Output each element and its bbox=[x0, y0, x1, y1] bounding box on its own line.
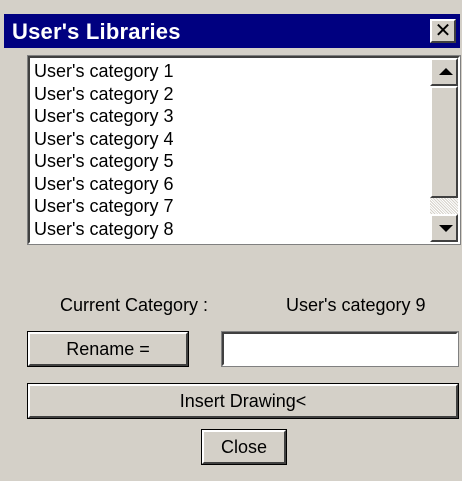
category-list: User's category 1 User's category 2 User… bbox=[34, 60, 428, 240]
title-bar[interactable]: User's Libraries ✕ bbox=[4, 14, 460, 48]
window-title: User's Libraries bbox=[12, 19, 181, 44]
list-item[interactable]: User's category 7 bbox=[34, 195, 428, 218]
vertical-scrollbar[interactable] bbox=[430, 58, 458, 242]
list-item[interactable]: User's category 3 bbox=[34, 105, 428, 128]
rename-button[interactable]: Rename = bbox=[27, 331, 189, 367]
close-icon[interactable]: ✕ bbox=[430, 19, 456, 43]
current-category-value: User's category 9 bbox=[286, 295, 426, 315]
rename-field[interactable] bbox=[221, 331, 459, 367]
close-button[interactable]: Close bbox=[201, 429, 287, 465]
scroll-up-arrow-icon bbox=[439, 68, 453, 75]
scroll-down-button[interactable] bbox=[430, 214, 458, 242]
users-libraries-dialog: User's Libraries ✕ User's category 1 Use… bbox=[0, 0, 462, 481]
list-item[interactable]: User's category 1 bbox=[34, 60, 428, 83]
scrollbar-thumb[interactable] bbox=[430, 86, 458, 198]
list-item[interactable]: User's category 4 bbox=[34, 128, 428, 151]
list-item[interactable]: User's category 2 bbox=[34, 83, 428, 106]
list-item[interactable]: User's category 5 bbox=[34, 150, 428, 173]
list-item[interactable]: User's category 8 bbox=[34, 218, 428, 241]
scroll-up-button[interactable] bbox=[430, 58, 458, 86]
list-item[interactable]: User's category 6 bbox=[34, 173, 428, 196]
current-category-label: Current Category : bbox=[60, 295, 209, 315]
insert-drawing-button[interactable]: Insert Drawing< bbox=[27, 383, 459, 419]
scroll-down-arrow-icon bbox=[439, 225, 453, 232]
category-listbox[interactable]: User's category 1 User's category 2 User… bbox=[27, 55, 461, 245]
